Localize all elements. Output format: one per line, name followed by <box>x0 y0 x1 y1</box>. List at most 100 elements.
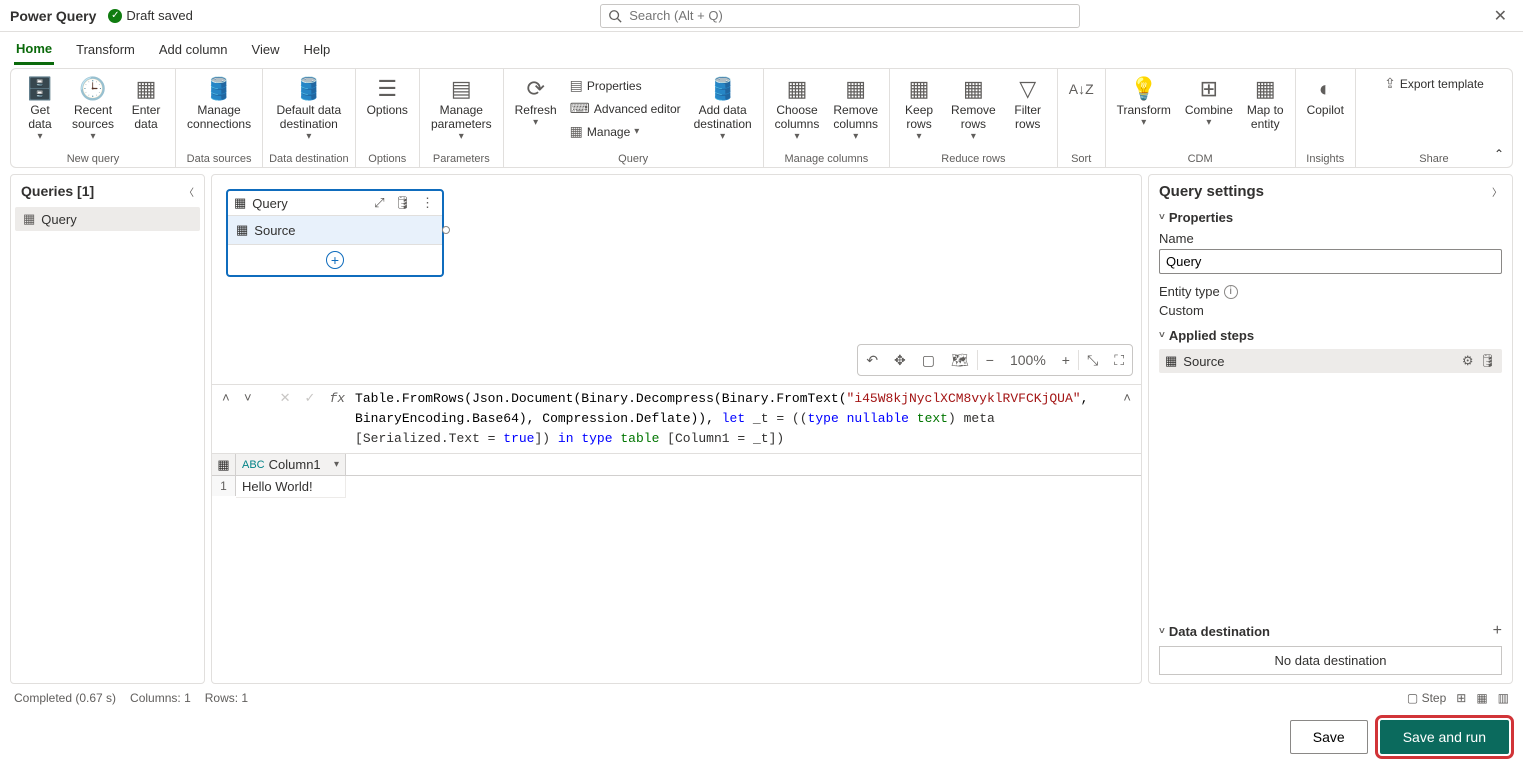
collapse-diagram-button[interactable]: ⤡ <box>1079 352 1106 369</box>
undo-button[interactable]: ↶ <box>858 352 886 369</box>
data-destination-section-toggle[interactable]: ˅Data destination <box>1159 624 1270 639</box>
zoom-out-button[interactable]: − <box>978 352 1002 368</box>
info-icon[interactable]: i <box>1224 285 1238 299</box>
export-icon: ⇪ <box>1384 75 1396 92</box>
diagram-step-source[interactable]: ▦ Source <box>228 216 442 245</box>
properties-button[interactable]: ▤Properties <box>566 75 685 96</box>
db-icon[interactable]: 🛢 <box>1479 353 1496 369</box>
sort-asc-button[interactable]: A↓Z <box>1064 73 1099 105</box>
close-button[interactable]: ✕ <box>1488 2 1513 30</box>
view-schema-button[interactable]: ▥ <box>1498 691 1509 705</box>
default-destination-button[interactable]: 🛢️Default data destination▾ <box>271 73 346 144</box>
entity-type-value: Custom <box>1159 303 1502 318</box>
no-destination-box: No data destination <box>1159 646 1502 675</box>
fit-button[interactable]: ▢ <box>914 352 943 369</box>
group-options: Options <box>368 151 406 165</box>
more-icon[interactable]: ⋮ <box>419 195 436 211</box>
copilot-button[interactable]: ◐Copilot <box>1302 73 1349 119</box>
grid-select-all[interactable]: ▦ <box>212 454 236 476</box>
text-type-icon: ABC <box>242 459 265 471</box>
copilot-icon: ◐ <box>1319 75 1332 103</box>
query-list-item[interactable]: ▦ Query <box>15 207 200 231</box>
remove-rows-button[interactable]: ▦Remove rows▾ <box>946 73 1001 144</box>
search-icon <box>608 9 622 23</box>
fx-icon[interactable]: fx <box>325 389 349 408</box>
get-data-button[interactable]: 🗄️Get data▾ <box>17 73 63 144</box>
center-panel: ▦ Query ⤢ 🛢 ⋮ ▦ Source + ↶ ✥ <box>211 174 1142 684</box>
expand-formula-button[interactable]: ˄ <box>1119 389 1135 408</box>
group-data-sources: Data sources <box>187 151 252 165</box>
add-data-destination-button[interactable]: 🛢️Add data destination▾ <box>689 73 757 144</box>
step-next-button[interactable]: ˅ <box>240 389 256 408</box>
map-entity-button[interactable]: ▦Map to entity <box>1242 73 1289 133</box>
commit-formula-button[interactable]: ✓ <box>301 389 320 408</box>
collapse-settings-button[interactable]: 〉 <box>1492 184 1502 199</box>
step-indicator[interactable]: ▢ Step <box>1407 691 1446 705</box>
expand-icon[interactable]: ⤢ <box>372 195 386 211</box>
tab-view[interactable]: View <box>250 36 282 63</box>
add-destination-button[interactable]: + <box>1493 622 1502 640</box>
applied-step-source[interactable]: ▦ Source ⚙🛢 <box>1159 349 1502 373</box>
applied-steps-section-toggle[interactable]: ˅Applied steps <box>1159 328 1502 343</box>
name-label: Name <box>1159 231 1502 246</box>
manage-connections-button[interactable]: 🛢️Manage connections <box>182 73 256 133</box>
add-dest-icon: 🛢️ <box>709 75 736 103</box>
group-share: Share <box>1419 151 1448 165</box>
connector-dot[interactable] <box>442 226 450 234</box>
tab-help[interactable]: Help <box>301 36 332 63</box>
filter-icon: ▽ <box>1019 75 1036 103</box>
search-input[interactable] <box>600 4 1080 28</box>
gear-icon[interactable]: ⚙ <box>1462 353 1474 369</box>
choose-columns-button[interactable]: ▦Choose columns▾ <box>770 73 825 144</box>
remove-columns-button[interactable]: ▦Remove columns▾ <box>828 73 883 144</box>
queries-panel: Queries [1] 〈 ▦ Query <box>10 174 205 684</box>
tab-transform[interactable]: Transform <box>74 36 137 63</box>
enter-data-button[interactable]: ▦Enter data <box>123 73 169 133</box>
tab-home[interactable]: Home <box>14 35 54 65</box>
step-prev-button[interactable]: ˄ <box>218 389 234 408</box>
transform-button[interactable]: 💡Transform▾ <box>1112 73 1176 130</box>
group-manage-columns: Manage columns <box>784 151 868 165</box>
grid-cell-1-1[interactable]: Hello World! <box>236 476 346 498</box>
export-template-button[interactable]: ⇪Export template <box>1380 73 1488 94</box>
combine-button[interactable]: ⊞Combine▾ <box>1180 73 1238 130</box>
status-columns: Columns: 1 <box>130 691 191 705</box>
row-header-1[interactable]: 1 <box>212 476 236 496</box>
table-icon: ▦ <box>236 222 248 238</box>
editor-icon: ⌨ <box>570 100 590 117</box>
ribbon: 🗄️Get data▾ 🕒Recent sources▾ ▦Enter data… <box>10 68 1513 168</box>
save-and-run-button[interactable]: Save and run <box>1380 720 1509 754</box>
manage-query-button[interactable]: ▦Manage ▾ <box>566 121 685 142</box>
view-table-button[interactable]: ▦ <box>1476 691 1487 705</box>
query-diagram-card[interactable]: ▦ Query ⤢ 🛢 ⋮ ▦ Source + <box>226 189 444 277</box>
diagram-step-label: Source <box>254 223 295 238</box>
map-button[interactable]: 🗺 <box>943 352 977 369</box>
tab-add-column[interactable]: Add column <box>157 36 230 63</box>
column-dropdown-button[interactable]: ▾ <box>334 459 339 470</box>
manage-parameters-button[interactable]: ▤Manage parameters▾ <box>426 73 497 144</box>
properties-section-toggle[interactable]: ˅Properties <box>1159 210 1502 225</box>
cancel-formula-button[interactable]: ✕ <box>276 389 295 408</box>
add-step-button[interactable]: + <box>326 251 344 269</box>
ribbon-collapse-button[interactable]: ⌃ <box>1494 147 1504 161</box>
view-diagram-button[interactable]: ⊞ <box>1456 691 1466 705</box>
table-icon: ▦ <box>23 211 35 227</box>
data-icon[interactable]: 🛢 <box>392 195 413 211</box>
zoom-in-button[interactable]: + <box>1054 352 1078 368</box>
group-sort: Sort <box>1071 151 1091 165</box>
column-header-column1[interactable]: ABC Column1 ▾ <box>236 454 346 476</box>
options-button[interactable]: ☰Options <box>362 73 413 119</box>
advanced-editor-button[interactable]: ⌨Advanced editor <box>566 98 685 119</box>
keep-rows-icon: ▦ <box>909 75 930 103</box>
query-name-input[interactable] <box>1159 249 1502 274</box>
refresh-button[interactable]: ⟳Refresh▾ <box>510 73 562 130</box>
diagram-canvas[interactable]: ▦ Query ⤢ 🛢 ⋮ ▦ Source + ↶ ✥ <box>212 175 1141 385</box>
fullscreen-button[interactable]: ⛶ <box>1106 352 1132 369</box>
recent-sources-button[interactable]: 🕒Recent sources▾ <box>67 73 119 144</box>
pan-button[interactable]: ✥ <box>886 352 914 369</box>
collapse-queries-button[interactable]: 〈 <box>184 184 194 199</box>
keep-rows-button[interactable]: ▦Keep rows▾ <box>896 73 942 144</box>
filter-rows-button[interactable]: ▽Filter rows <box>1005 73 1051 133</box>
save-button[interactable]: Save <box>1290 720 1368 754</box>
formula-input[interactable]: Table.FromRows(Json.Document(Binary.Deco… <box>355 389 1113 449</box>
